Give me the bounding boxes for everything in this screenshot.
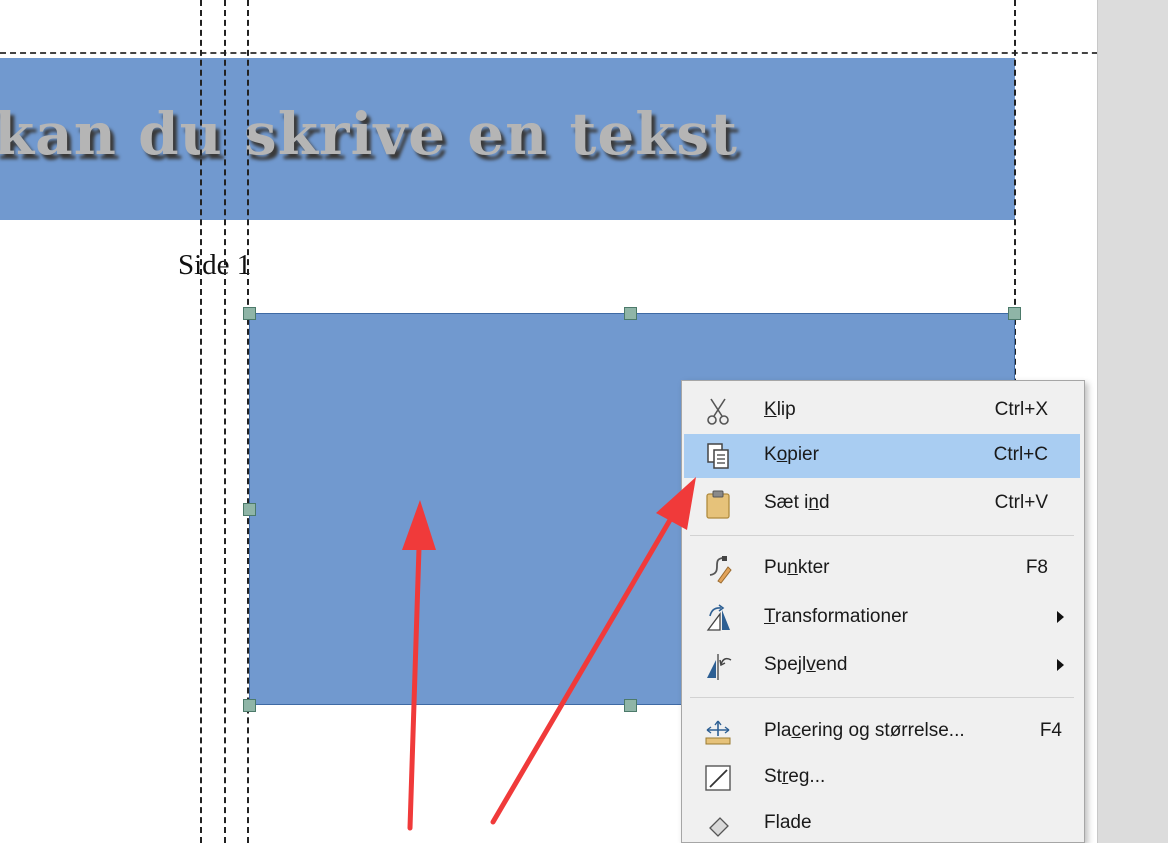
menu-item-shortcut: Ctrl+X [994, 399, 1048, 420]
menu-item-label: Sæt ind [764, 492, 830, 513]
menu-item-streg[interactable]: Streg... [684, 756, 1080, 800]
menu-item-label: Kopier [764, 444, 819, 465]
menu-item-label: Klip [764, 399, 796, 420]
menu-item-kopier[interactable]: Kopier Ctrl+C [684, 434, 1080, 478]
flip-icon [707, 654, 732, 680]
menu-item-label: Flade [764, 812, 812, 833]
menu-item-shortcut: Ctrl+C [993, 444, 1048, 465]
menu-item-spejlvend[interactable]: Spejlvend [684, 644, 1080, 688]
menu-item-transformationer[interactable]: Transformationer [684, 596, 1080, 640]
line-icon [705, 765, 731, 791]
submenu-arrow-icon [1057, 659, 1064, 671]
points-icon [709, 556, 732, 584]
menu-item-placering-og-storrelse[interactable]: Placering og størrelse... F4 [684, 710, 1080, 754]
context-menu: Klip Ctrl+X Kopier Ctrl+C Sæt ind Ctrl+V… [681, 380, 1085, 843]
position-size-icon [705, 720, 731, 745]
menu-separator [690, 535, 1074, 536]
menu-item-flade[interactable]: Flade [684, 802, 1080, 842]
menu-item-punkter[interactable]: Punkter F8 [684, 547, 1080, 591]
margin-guide-top [0, 52, 1168, 54]
page-number-label: Side 1 [178, 249, 252, 281]
menu-item-label: Punkter [764, 557, 830, 578]
menu-item-label: Placering og størrelse... [764, 720, 965, 741]
workspace-background [1097, 0, 1168, 843]
selection-handle-top-left[interactable] [243, 307, 256, 320]
transformations-icon [706, 604, 730, 631]
menu-separator [690, 697, 1074, 698]
selection-handle-bottom-center[interactable] [624, 699, 637, 712]
menu-item-label: Spejlvend [764, 654, 848, 675]
menu-item-saet-ind[interactable]: Sæt ind Ctrl+V [684, 482, 1080, 526]
menu-item-label: Streg... [764, 766, 826, 787]
selection-handle-top-center[interactable] [624, 307, 637, 320]
selection-handle-top-right[interactable] [1008, 307, 1021, 320]
title-text[interactable]: kan du skrive en tekst [0, 100, 738, 168]
margin-guide-left-2 [224, 0, 226, 843]
copy-icon [707, 443, 729, 469]
menu-item-label: Transformationer [764, 606, 908, 627]
menu-item-shortcut: F4 [1039, 720, 1062, 741]
menu-item-klip[interactable]: Klip Ctrl+X [684, 389, 1080, 433]
menu-item-shortcut: Ctrl+V [994, 492, 1048, 513]
clipboard-icon [706, 490, 730, 519]
scissors-icon [707, 398, 729, 425]
selection-handle-middle-left[interactable] [243, 503, 256, 516]
selection-handle-bottom-left[interactable] [243, 699, 256, 712]
menu-item-shortcut: F8 [1025, 557, 1048, 578]
submenu-arrow-icon [1057, 611, 1064, 623]
margin-guide-left-1 [200, 0, 202, 843]
area-icon [709, 817, 729, 837]
